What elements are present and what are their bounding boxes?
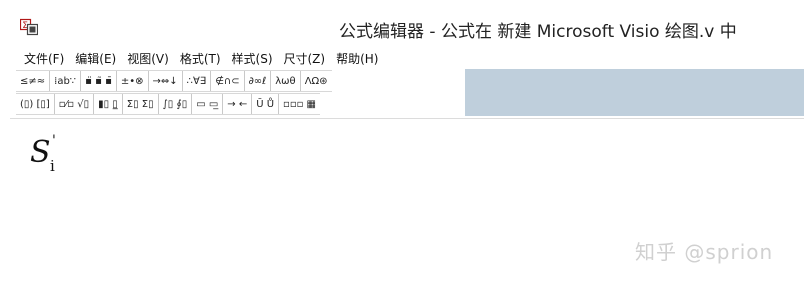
- operator-symbols-button[interactable]: ±•⊗: [117, 71, 149, 91]
- menu-file[interactable]: 文件(F): [24, 50, 64, 67]
- fraction-radical-templates-button[interactable]: ▫⁄▫ √▯: [55, 94, 95, 114]
- template-palette-row: (▯) [▯] ▫⁄▫ √▯ ▮▯ ▯̲ Σ▯ Σ▯ ∫▯ ∮▯ ▭ ▭̲ → …: [16, 93, 321, 115]
- menu-view[interactable]: 视图(V): [127, 50, 169, 67]
- title-bar: Σ 公式编辑器 - 公式在 新建 Microsoft Visio 绘图.v 中: [10, 10, 804, 46]
- window-title: 公式编辑器 - 公式在 新建 Microsoft Visio 绘图.v 中: [339, 22, 737, 42]
- embellishments-button[interactable]: ▪̈ ▪̃ ▪̄: [81, 71, 117, 91]
- watermark: 知乎 @sprion: [635, 240, 774, 264]
- menu-bar: 文件(F) 编辑(E) 视图(V) 格式(T) 样式(S) 尺寸(Z) 帮助(H…: [10, 48, 804, 68]
- toolbar-empty-area: [465, 69, 804, 116]
- menu-edit[interactable]: 编辑(E): [75, 50, 116, 67]
- integral-templates-button[interactable]: ∫▯ ∮▯: [159, 94, 193, 114]
- symbol-palette-row: ≤≠≈ ⁞ab∵ ▪̈ ▪̃ ▪̄ ±•⊗ →⇔↓ ∴∀∃ ∉∩⊂ ∂∞ℓ λω…: [16, 70, 332, 92]
- products-set-templates-button[interactable]: Ū Ů: [252, 94, 280, 114]
- relational-symbols-button[interactable]: ≤≠≈: [16, 71, 51, 91]
- summation-templates-button[interactable]: Σ▯ Σ▯: [123, 94, 159, 114]
- formula-subscript: i: [50, 157, 55, 175]
- formula-main-symbol: S: [30, 135, 51, 170]
- spaces-ellipses-button[interactable]: ⁞ab∵: [50, 71, 82, 91]
- equation-editor-window: Σ 公式编辑器 - 公式在 新建 Microsoft Visio 绘图.v 中 …: [10, 10, 804, 282]
- set-theory-symbols-button[interactable]: ∉∩⊂: [211, 71, 245, 91]
- subscript-superscript-templates-button[interactable]: ▮▯ ▯̲: [94, 94, 123, 114]
- greek-lowercase-button[interactable]: λωθ: [271, 71, 301, 91]
- misc-symbols-button[interactable]: ∂∞ℓ: [245, 71, 272, 91]
- menu-format[interactable]: 格式(T): [180, 50, 221, 67]
- menu-help[interactable]: 帮助(H): [336, 50, 378, 67]
- arrow-symbols-button[interactable]: →⇔↓: [149, 71, 183, 91]
- matrix-templates-button[interactable]: ▫▫▫ ▦: [279, 94, 320, 114]
- fence-templates-button[interactable]: (▯) [▯]: [16, 94, 55, 114]
- greek-uppercase-button[interactable]: ΛΩ⊛: [301, 71, 332, 91]
- labeled-arrow-templates-button[interactable]: → ←: [223, 94, 253, 114]
- formula-superscript: ': [52, 133, 56, 149]
- sigma-box-icon: Σ: [19, 18, 39, 36]
- logical-symbols-button[interactable]: ∴∀∃: [183, 71, 212, 91]
- formula[interactable]: S ' i: [30, 133, 56, 175]
- symbol-toolbar: ≤≠≈ ⁞ab∵ ▪̈ ▪̃ ▪̄ ±•⊗ →⇔↓ ∴∀∃ ∉∩⊂ ∂∞ℓ λω…: [10, 69, 804, 118]
- menu-style[interactable]: 样式(S): [232, 50, 273, 67]
- underbar-overbar-templates-button[interactable]: ▭ ▭̲: [192, 94, 224, 114]
- menu-size[interactable]: 尺寸(Z): [284, 50, 326, 67]
